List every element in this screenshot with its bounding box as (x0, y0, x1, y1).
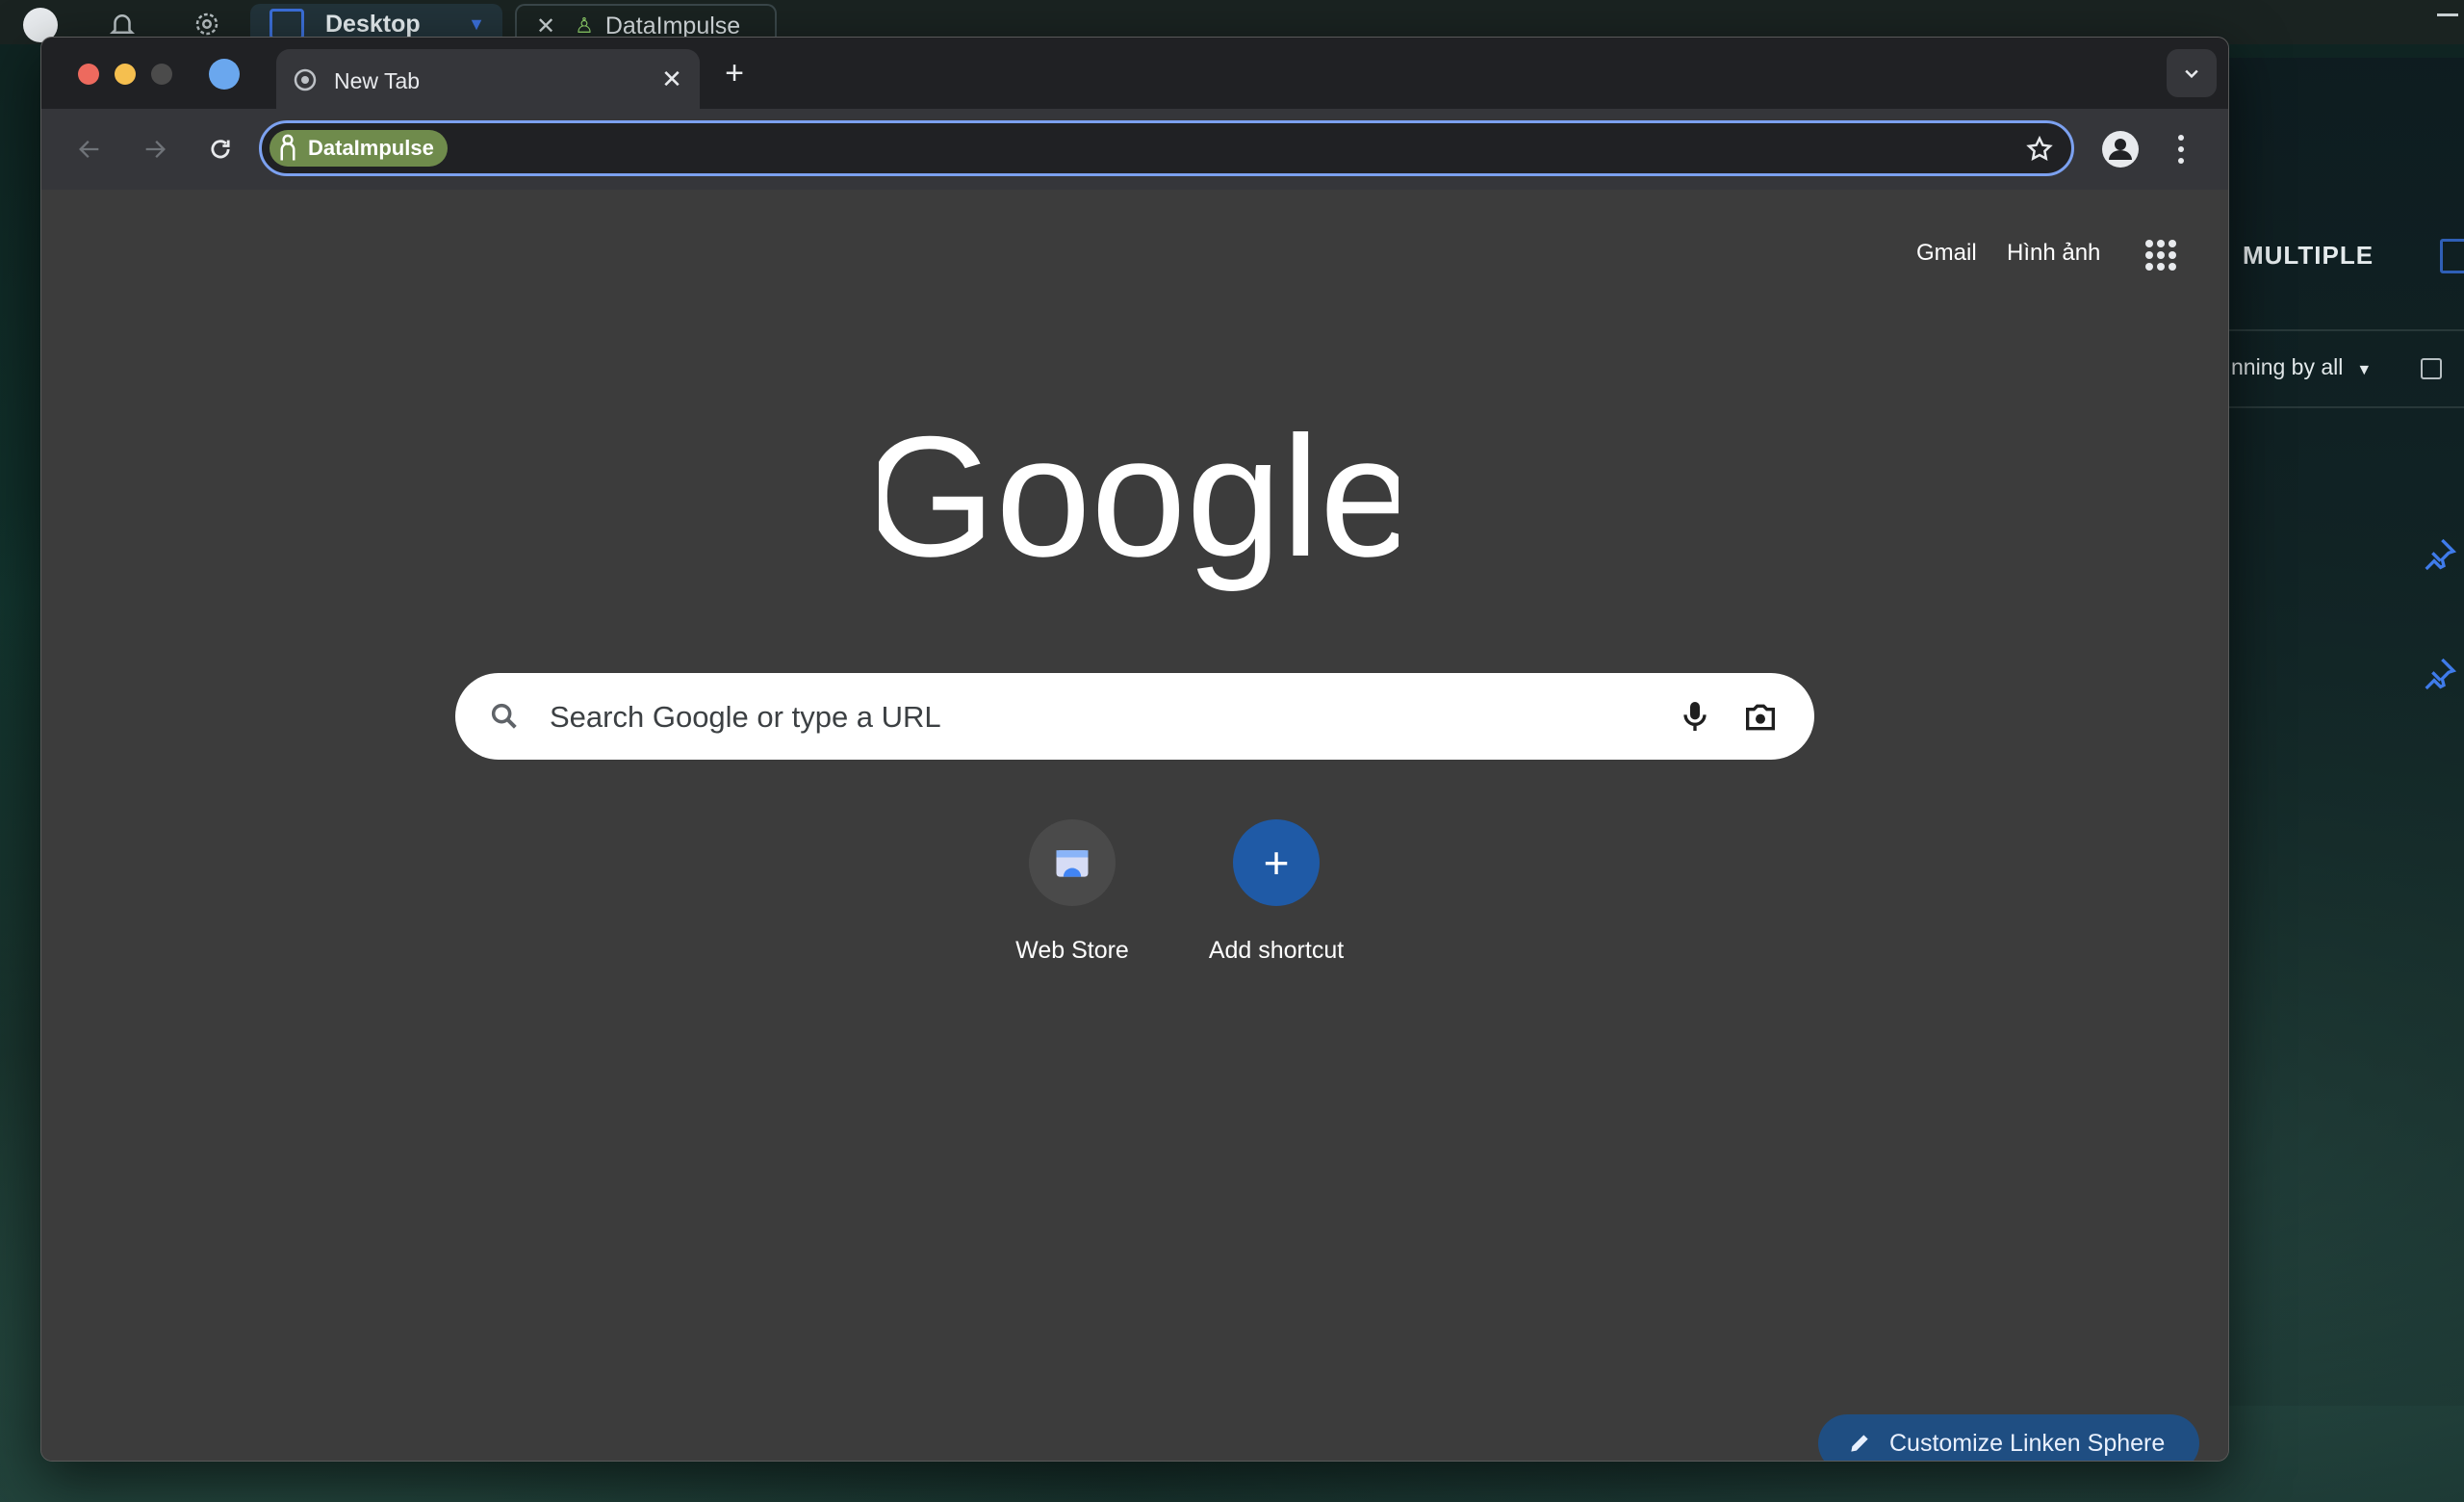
zoom-window-button[interactable] (151, 64, 172, 85)
reload-icon (211, 140, 230, 159)
pencil-icon (1851, 1435, 1868, 1452)
browser-toolbar: DataImpulse (41, 109, 2228, 191)
google-logo-text: Google (879, 411, 1399, 592)
tab-search-button[interactable] (2167, 49, 2217, 97)
proxy-label: DataImpulse (308, 136, 434, 160)
google-logo: Google (879, 411, 1399, 592)
search-box[interactable]: Search Google or type a URL (455, 673, 1814, 760)
shortcut-label: Add shortcut (1208, 937, 1345, 964)
camera-search-icon[interactable] (1741, 698, 1780, 737)
trash-icon[interactable] (2440, 239, 2464, 273)
shortcut-add[interactable]: + Add shortcut (1185, 819, 1368, 965)
bookmark-star-icon[interactable] (2025, 135, 2054, 164)
divider (2214, 329, 2464, 331)
divider (2214, 406, 2464, 408)
customize-label: Customize Linken Sphere (1889, 1429, 2166, 1457)
proxy-chip[interactable]: DataImpulse (270, 130, 448, 167)
reload-button[interactable] (201, 130, 240, 168)
search-placeholder: Search Google or type a URL (550, 700, 941, 734)
search-icon (491, 703, 517, 729)
person-icon: ♙ (575, 13, 594, 38)
profile-avatar-icon[interactable] (2101, 130, 2140, 168)
arrow-left-icon (79, 141, 99, 158)
gmail-link[interactable]: Gmail (1916, 240, 1977, 267)
arrow-right-icon (145, 141, 166, 158)
address-bar[interactable]: DataImpulse (259, 120, 2074, 176)
plus-icon: + (1233, 819, 1320, 906)
chevron-down-icon[interactable]: ▼ (468, 14, 485, 35)
multiple-button[interactable]: MULTIPLE (2243, 241, 2374, 271)
images-link[interactable]: Hình ảnh (2007, 240, 2100, 267)
shortcut-label: Web Store (1015, 937, 1129, 964)
host-tab-label: Desktop (325, 10, 421, 38)
new-tab-page: Gmail Hình ảnh Google Search Google or t… (41, 190, 2228, 1461)
google-apps-icon[interactable] (2145, 240, 2176, 271)
close-window-button[interactable] (78, 64, 99, 85)
gear-icon[interactable] (192, 10, 221, 39)
web-store-icon (1029, 819, 1116, 906)
shortcut-web-store[interactable]: Web Store (981, 819, 1164, 965)
pin-icon[interactable] (2420, 535, 2458, 574)
microphone-icon[interactable] (1676, 696, 1714, 737)
select-all-checkbox[interactable] (2421, 358, 2442, 379)
tab-close-button[interactable]: ✕ (657, 65, 686, 94)
browser-menu-button[interactable] (2167, 130, 2195, 168)
tab-strip: New Tab ✕ + (41, 38, 2228, 109)
minimize-button[interactable] (2437, 13, 2458, 16)
customize-button[interactable]: Customize Linken Sphere (1818, 1414, 2199, 1461)
pin-icon[interactable] (2420, 655, 2458, 693)
desktop-icon (270, 9, 304, 39)
sort-dropdown[interactable]: nning by all ▼ (2231, 354, 2372, 380)
bell-icon[interactable] (108, 10, 137, 39)
caret-down-icon: ▼ (2356, 362, 2373, 378)
new-tab-button[interactable]: + (715, 55, 754, 91)
minimize-window-button[interactable] (115, 64, 136, 85)
browser-window: New Tab ✕ + DataImpulse Gmail Hình ảnh G… (40, 37, 2229, 1462)
person-icon (280, 134, 295, 161)
chevron-down-icon (2185, 69, 2198, 79)
tab-new-tab[interactable]: New Tab ✕ (276, 49, 700, 109)
linken-sphere-icon (209, 59, 240, 90)
tab-title: New Tab (334, 68, 421, 93)
sort-label: nning by all (2231, 354, 2344, 379)
forward-button[interactable] (136, 130, 174, 168)
back-button[interactable] (70, 130, 109, 168)
chrome-icon (294, 68, 317, 91)
